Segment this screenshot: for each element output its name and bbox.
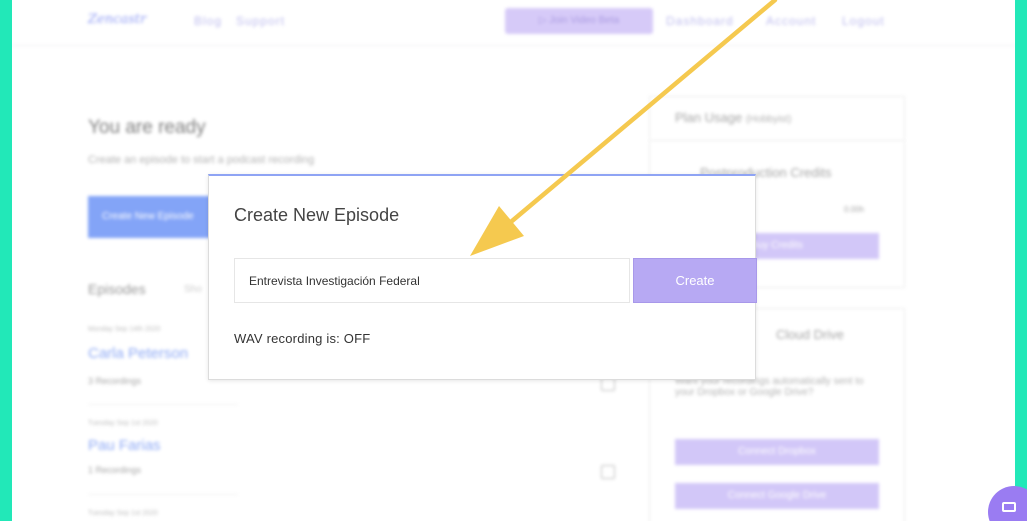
plan-tier: (Hobbyist)	[745, 114, 792, 125]
episode-date: Monday Sep 14th 2020	[88, 326, 161, 333]
cloud-drive-title: Cloud Drive	[776, 327, 844, 342]
nav-support-link[interactable]: Support	[236, 14, 285, 28]
join-video-beta-button[interactable]: ▷ Join Video Beta	[505, 8, 653, 34]
divider	[88, 494, 238, 495]
episodes-filter[interactable]: Sho	[184, 284, 202, 295]
episode-date: Tuesday Sep 1st 2020	[88, 510, 158, 517]
create-episode-modal: Create New Episode Create WAV recording …	[208, 174, 757, 380]
chat-icon	[1002, 502, 1016, 512]
calendar-icon[interactable]	[601, 465, 615, 479]
episode-name-link[interactable]: Pau Farias	[88, 437, 161, 454]
modal-title: Create New Episode	[234, 205, 400, 225]
nav-dashboard-link[interactable]: Dashboard	[666, 14, 734, 28]
episode-recordings-count: 3 Recordings	[88, 376, 142, 386]
top-nav: Zencastr Blog Support ▷ Join Video Beta …	[12, 0, 1015, 46]
episode-date: Tuesday Sep 1st 2020	[88, 420, 158, 427]
nav-account-link[interactable]: Account	[766, 14, 816, 28]
connect-google-drive-button[interactable]: Connect Google Drive	[675, 483, 879, 509]
nav-logout-link[interactable]: Logout	[842, 14, 885, 28]
episode-name-input[interactable]	[234, 258, 630, 303]
connect-dropbox-button[interactable]: Connect Dropbox	[675, 439, 879, 465]
plan-usage-heading: Plan Usage (Hobbyist)	[650, 97, 904, 141]
app-window: Zencastr Blog Support ▷ Join Video Beta …	[12, 0, 1015, 521]
divider	[88, 404, 238, 405]
credits-value: 0.00h	[844, 205, 865, 214]
episodes-heading: Episodes	[88, 281, 146, 297]
page-title: You are ready	[88, 117, 206, 138]
episode-recordings-count: 1 Recordings	[88, 465, 142, 475]
page-subtitle: Create an episode to start a podcast rec…	[88, 154, 315, 166]
episode-name-link[interactable]: Carla Peterson	[88, 345, 188, 362]
create-new-episode-button[interactable]: Create New Episode	[88, 196, 228, 238]
create-button[interactable]: Create	[633, 258, 757, 303]
plan-usage-title: Plan Usage	[675, 110, 743, 125]
nav-blog-link[interactable]: Blog	[194, 14, 222, 28]
wav-recording-status: WAV recording is: OFF	[234, 331, 371, 346]
logo[interactable]: Zencastr	[88, 12, 146, 27]
